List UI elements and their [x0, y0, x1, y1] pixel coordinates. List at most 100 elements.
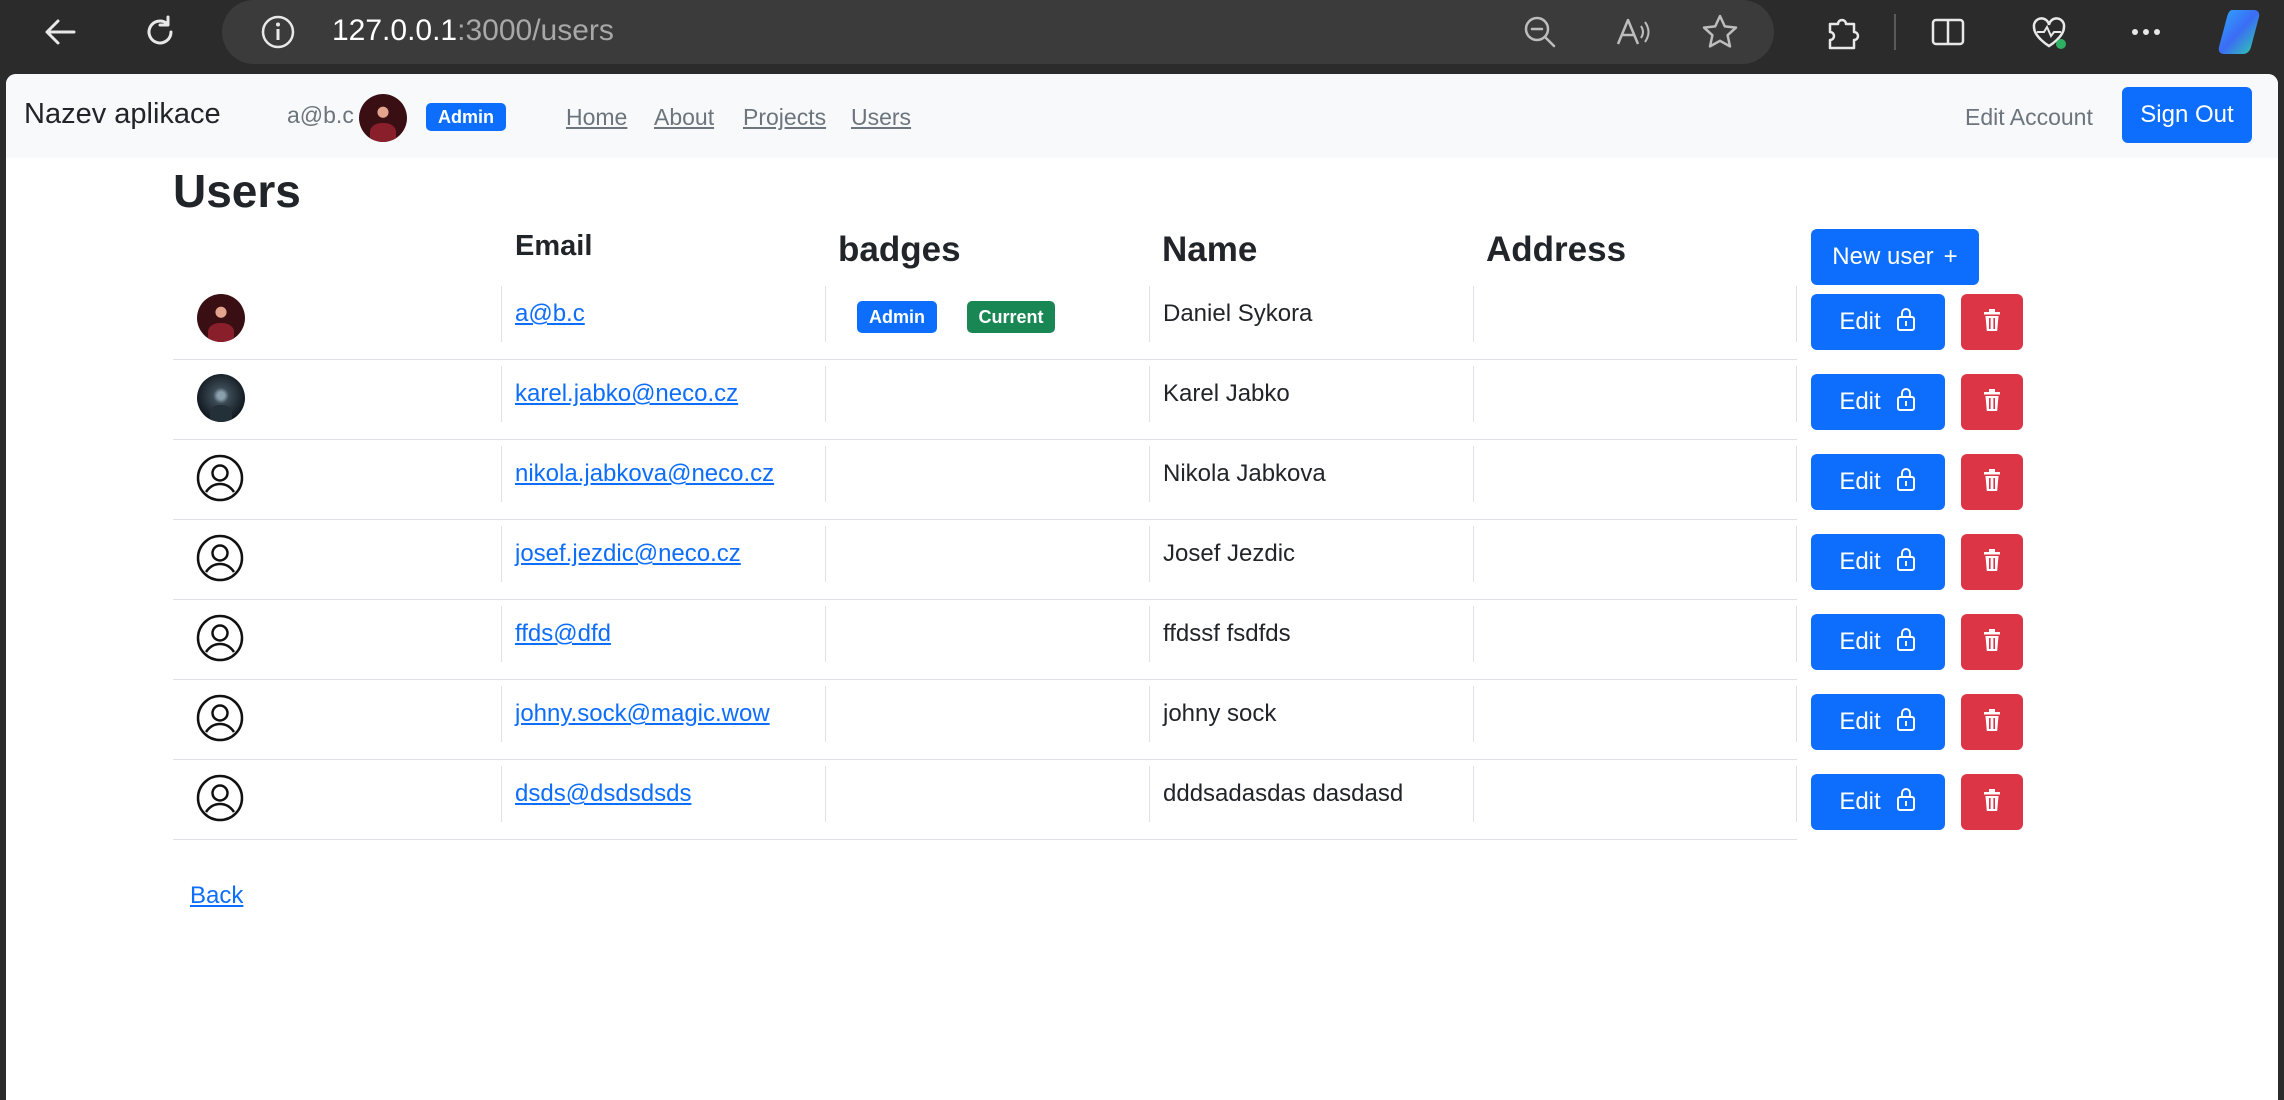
lock-icon	[1895, 546, 1917, 579]
edit-user-button[interactable]: Edit	[1811, 614, 1945, 670]
user-circle-icon	[196, 534, 244, 582]
cell-divider	[501, 366, 502, 422]
user-email-link[interactable]: a@b.c	[515, 300, 585, 328]
cell-divider	[1473, 286, 1474, 342]
edit-user-button[interactable]: Edit	[1811, 534, 1945, 590]
cell-divider	[1796, 606, 1797, 662]
lock-icon	[1895, 706, 1917, 739]
cell-divider	[1796, 446, 1797, 502]
edit-account-link[interactable]: Edit Account	[1965, 104, 2093, 131]
delete-user-button[interactable]	[1961, 294, 2023, 350]
user-name: dddsadasdas dasdasd	[1163, 780, 1404, 807]
user-email-link[interactable]: karel.jabko@neco.cz	[515, 380, 738, 408]
trash-icon	[1981, 388, 2003, 417]
nav-link-users[interactable]: Users	[851, 104, 911, 131]
column-header-badges: badges	[838, 230, 961, 269]
table-row: karel.jabko@neco.cz Karel Jabko Edit	[173, 360, 2023, 440]
edit-label: Edit	[1839, 308, 1881, 335]
read-aloud-icon[interactable]	[1612, 12, 1652, 57]
split-screen-icon[interactable]	[1928, 12, 1968, 57]
cell-divider	[825, 366, 826, 422]
edit-user-button[interactable]: Edit	[1811, 454, 1945, 510]
lock-icon	[1895, 306, 1917, 339]
back-link[interactable]: Back	[190, 882, 243, 910]
cell-divider	[825, 526, 826, 582]
delete-user-button[interactable]	[1961, 614, 2023, 670]
cell-divider	[501, 526, 502, 582]
sign-out-button[interactable]: Sign Out	[2122, 87, 2252, 143]
current-user-avatar	[359, 94, 407, 142]
user-circle-icon	[196, 694, 244, 742]
address-bar[interactable]: 127.0.0.1:3000/users	[222, 0, 1774, 64]
edit-user-button[interactable]: Edit	[1811, 774, 1945, 830]
delete-user-button[interactable]	[1961, 454, 2023, 510]
delete-user-button[interactable]	[1961, 534, 2023, 590]
edit-label: Edit	[1839, 468, 1881, 495]
cell-divider	[1149, 686, 1150, 742]
browser-essentials-icon[interactable]	[2028, 12, 2070, 59]
trash-icon	[1981, 468, 2003, 497]
lock-icon	[1895, 626, 1917, 659]
table-row: nikola.jabkova@neco.cz Nikola Jabkova Ed…	[173, 440, 2023, 520]
edit-user-button[interactable]: Edit	[1811, 374, 1945, 430]
user-name: Karel Jabko	[1163, 380, 1290, 407]
cell-divider	[1473, 446, 1474, 502]
user-name: Daniel Sykora	[1163, 300, 1313, 327]
cell-divider	[825, 686, 826, 742]
nav-link-projects[interactable]: Projects	[743, 104, 826, 131]
new-user-button[interactable]: New user +	[1811, 229, 1979, 285]
toolbar-divider	[1894, 14, 1896, 50]
user-email-link[interactable]: ffds@dfd	[515, 620, 611, 648]
user-email-link[interactable]: nikola.jabkova@neco.cz	[515, 460, 774, 488]
cell-divider	[1149, 286, 1150, 342]
cell-divider	[501, 606, 502, 662]
copilot-icon[interactable]	[2214, 6, 2270, 63]
user-email-link[interactable]: johny.sock@magic.wow	[515, 700, 770, 728]
nav-link-about[interactable]: About	[654, 104, 714, 131]
cell-divider	[1796, 526, 1797, 582]
column-header-address: Address	[1486, 230, 1627, 269]
table-row: johny.sock@magic.wow johny sock Edit	[173, 680, 2023, 760]
cell-divider	[825, 606, 826, 662]
app-navbar: Nazev aplikace a@b.c Admin Home About Pr…	[6, 74, 2278, 158]
edit-label: Edit	[1839, 548, 1881, 575]
favorite-star-icon[interactable]	[1700, 12, 1740, 57]
nav-link-home[interactable]: Home	[566, 104, 627, 131]
delete-user-button[interactable]	[1961, 774, 2023, 830]
cell-divider	[825, 446, 826, 502]
cell-divider	[1149, 446, 1150, 502]
delete-user-button[interactable]	[1961, 374, 2023, 430]
table-row: ffds@dfd ffdssf fsdfds Edit	[173, 600, 2023, 680]
trash-icon	[1981, 548, 2003, 577]
trash-icon	[1981, 308, 2003, 337]
cell-divider	[501, 766, 502, 822]
plus-icon: +	[1943, 243, 1958, 270]
browser-toolbar: 127.0.0.1:3000/users	[0, 0, 2284, 66]
edit-label: Edit	[1839, 628, 1881, 655]
user-email-link[interactable]: dsds@dsdsdsds	[515, 780, 691, 808]
column-header-email: Email	[515, 230, 593, 262]
zoom-out-icon[interactable]	[1522, 14, 1558, 55]
edit-label: Edit	[1839, 388, 1881, 415]
extensions-icon[interactable]	[1822, 12, 1862, 57]
edit-user-button[interactable]: Edit	[1811, 694, 1945, 750]
cell-divider	[1149, 526, 1150, 582]
page-viewport: Nazev aplikace a@b.c Admin Home About Pr…	[6, 74, 2278, 1100]
lock-icon	[1895, 466, 1917, 499]
user-circle-icon	[196, 774, 244, 822]
app-brand[interactable]: Nazev aplikace	[24, 98, 221, 131]
delete-user-button[interactable]	[1961, 694, 2023, 750]
refresh-icon[interactable]	[134, 6, 186, 58]
lock-icon	[1895, 386, 1917, 419]
user-avatar	[197, 374, 245, 422]
edit-user-button[interactable]: Edit	[1811, 294, 1945, 350]
user-email-link[interactable]: josef.jezdic@neco.cz	[515, 540, 741, 568]
trash-icon	[1981, 628, 2003, 657]
back-arrow-icon[interactable]	[34, 6, 86, 58]
site-info-icon[interactable]	[260, 14, 296, 55]
cell-divider	[1149, 366, 1150, 422]
more-options-icon[interactable]	[2126, 12, 2166, 57]
cell-divider	[501, 686, 502, 742]
role-badge: Admin	[426, 103, 506, 131]
cell-divider	[501, 446, 502, 502]
